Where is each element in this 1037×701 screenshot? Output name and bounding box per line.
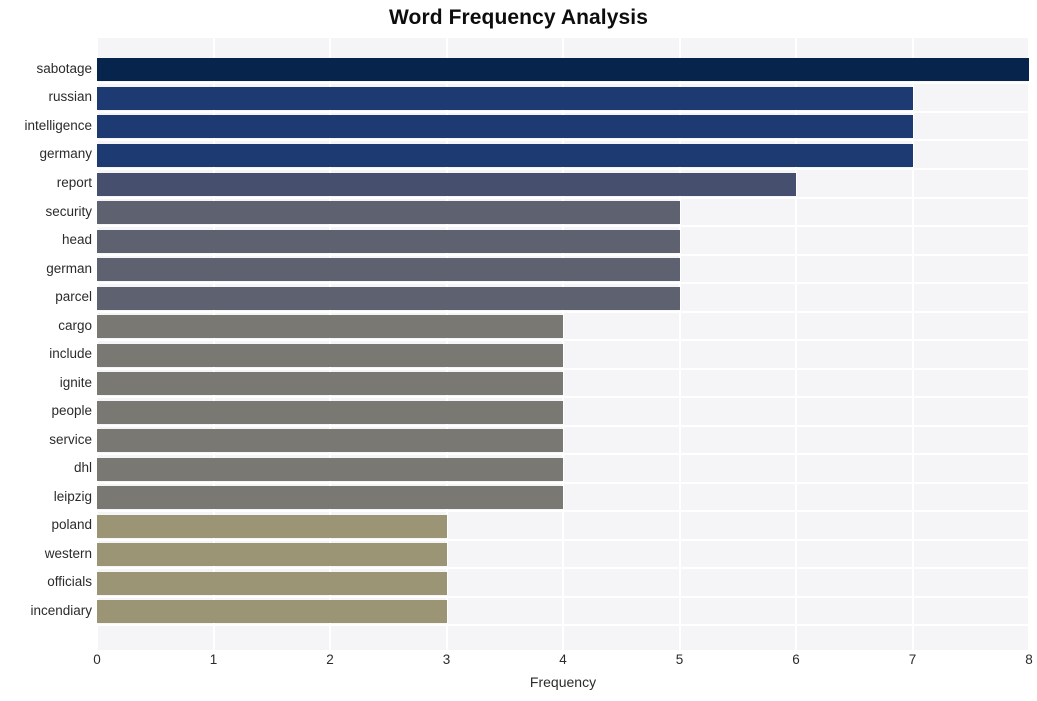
x-axis-tick-label: 8 (1025, 652, 1033, 667)
bar (97, 287, 680, 310)
bar (97, 230, 680, 253)
gridline-horizontal (97, 453, 1029, 455)
gridline-horizontal (97, 624, 1029, 626)
gridline-horizontal (97, 139, 1029, 141)
gridline-horizontal (97, 311, 1029, 313)
y-axis-tick-label: germany (39, 146, 92, 161)
y-axis-tick-label: western (44, 546, 92, 561)
bar (97, 429, 563, 452)
y-axis-tick-label: report (56, 175, 92, 190)
x-axis-tick-label: 3 (442, 652, 451, 667)
bar (97, 572, 447, 595)
y-axis-tick-label: incendiary (30, 603, 92, 618)
y-axis-tick-label: cargo (58, 318, 92, 333)
bar (97, 372, 563, 395)
bar (97, 115, 913, 138)
gridline-horizontal (97, 368, 1029, 370)
y-axis-tick-label: leipzig (53, 489, 92, 504)
y-axis-tick-label: intelligence (24, 118, 92, 133)
gridline-horizontal (97, 539, 1029, 541)
y-axis-tick-label: include (49, 346, 92, 361)
gridline-horizontal (97, 254, 1029, 256)
y-axis-tick-label: service (49, 432, 92, 447)
y-axis-tick-label: poland (51, 517, 92, 532)
gridline-horizontal (97, 510, 1029, 512)
x-axis-tick-label: 0 (93, 652, 101, 667)
gridline-horizontal (97, 82, 1029, 84)
x-axis-tick-label: 4 (559, 652, 567, 667)
y-axis-tick-label: german (46, 261, 92, 276)
y-axis-tick-label: head (61, 232, 92, 247)
bar (97, 315, 563, 338)
chart-title: Word Frequency Analysis (388, 6, 649, 29)
bar (97, 543, 447, 566)
x-axis-tick-label: 1 (209, 652, 218, 667)
gridline-horizontal (97, 197, 1029, 199)
plot-area (97, 38, 1029, 650)
bar (97, 173, 796, 196)
gridline-horizontal (97, 425, 1029, 427)
chart-figure: Word Frequency Analysis sabotage russian i… (0, 0, 1037, 701)
bar (97, 258, 680, 281)
x-axis-tick-label: 5 (675, 652, 684, 667)
y-axis-tick-label: ignite (59, 375, 92, 390)
bar (97, 201, 680, 224)
bar (97, 401, 563, 424)
y-axis-tick-label: sabotage (36, 61, 92, 76)
y-axis-tick-labels: sabotage russian intelligence germany report… (0, 38, 92, 650)
gridline-vertical (1028, 38, 1029, 650)
y-axis-tick-label: dhl (73, 460, 92, 475)
y-axis-tick-label: officials (47, 574, 92, 589)
bar (97, 486, 563, 509)
bar (97, 458, 563, 481)
bar (97, 600, 447, 623)
bar (97, 144, 913, 167)
y-axis-tick-label: russian (48, 89, 92, 104)
y-axis-tick-label: parcel (55, 289, 92, 304)
y-axis-tick-label: security (45, 204, 92, 219)
bar (97, 344, 563, 367)
gridline-horizontal (97, 282, 1029, 284)
gridline-horizontal (97, 396, 1029, 398)
x-axis-title: Frequency (529, 674, 597, 690)
x-axis-tick-label: 7 (908, 652, 917, 667)
gridline-horizontal (97, 339, 1029, 341)
x-axis-tick-label: 2 (326, 652, 334, 667)
bar (97, 87, 913, 110)
gridline-horizontal (97, 111, 1029, 113)
bar (97, 58, 1029, 81)
gridline-horizontal (97, 168, 1029, 170)
x-axis-tick-labels: 0 1 2 3 4 5 6 7 8 (0, 652, 1037, 674)
gridline-horizontal (97, 225, 1029, 227)
bar (97, 515, 447, 538)
gridline-horizontal (97, 567, 1029, 569)
gridline-horizontal (97, 482, 1029, 484)
y-axis-tick-label: people (51, 403, 92, 418)
x-axis-tick-label: 6 (792, 652, 800, 667)
gridline-horizontal (97, 596, 1029, 598)
